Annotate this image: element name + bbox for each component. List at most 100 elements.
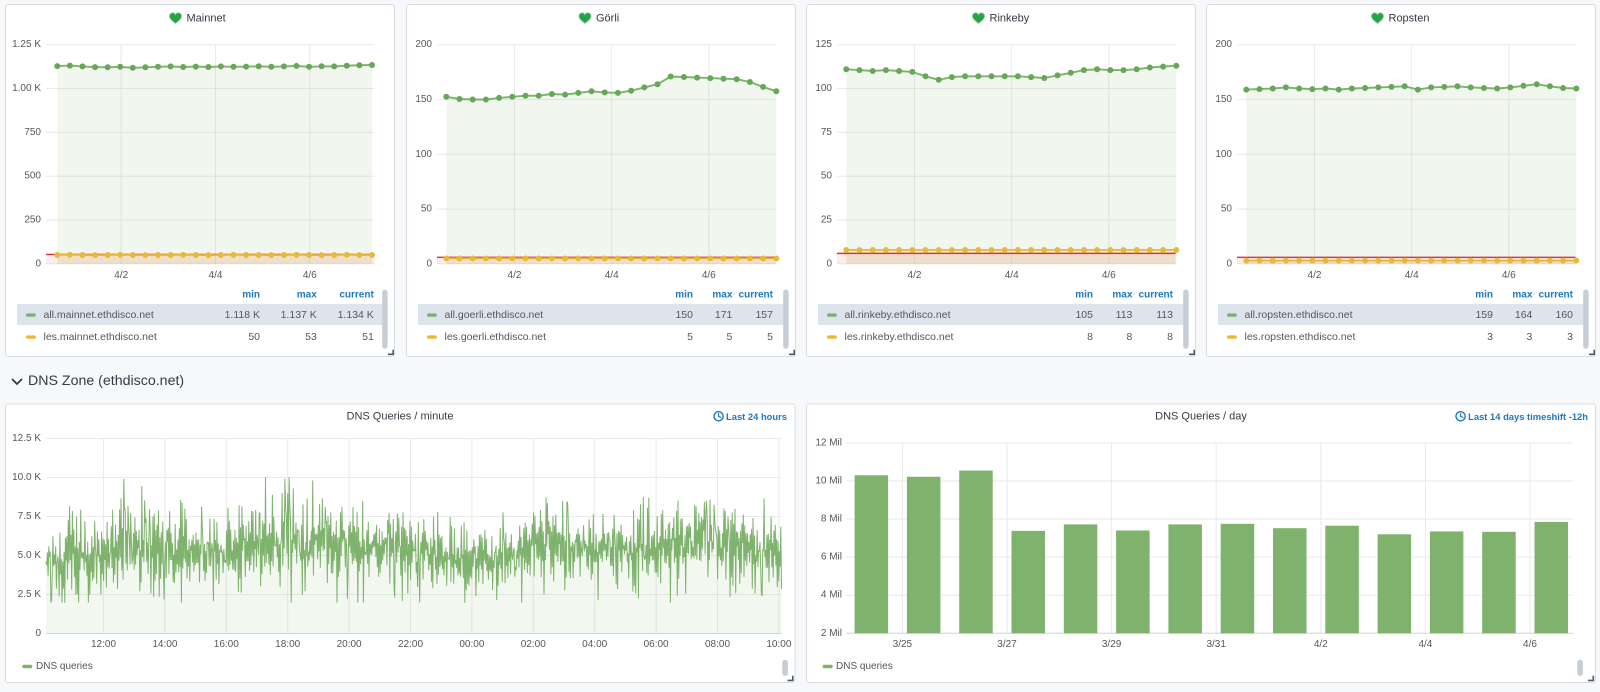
svg-text:Görli: Görli [596,13,619,25]
svg-text:00:00: 00:00 [459,639,484,650]
svg-text:2.5 K: 2.5 K [18,589,42,600]
svg-text:current: current [1539,290,1574,301]
svg-text:0: 0 [426,258,432,269]
svg-text:75: 75 [821,127,833,138]
svg-text:0: 0 [1226,258,1232,269]
svg-text:8: 8 [1087,331,1093,343]
svg-text:06:00: 06:00 [644,639,669,650]
svg-text:4/4: 4/4 [1405,270,1419,281]
svg-text:DNS Queries / minute: DNS Queries / minute [347,411,454,423]
svg-text:4/6: 4/6 [702,270,716,281]
svg-text:0: 0 [35,258,41,269]
svg-text:max: max [712,290,732,301]
svg-text:4/2: 4/2 [1314,639,1328,650]
svg-text:DNS Zone (ethdisco.net): DNS Zone (ethdisco.net) [28,373,184,389]
svg-text:08:00: 08:00 [705,639,730,650]
svg-text:171: 171 [715,309,733,321]
svg-text:8: 8 [1167,331,1173,343]
svg-text:4/4: 4/4 [1005,270,1019,281]
svg-text:4/4: 4/4 [1418,639,1432,650]
svg-text:53: 53 [305,331,317,343]
svg-text:min: min [675,290,693,301]
svg-text:22:00: 22:00 [398,639,423,650]
svg-text:3/25: 3/25 [893,639,913,650]
svg-text:20:00: 20:00 [337,639,362,650]
svg-text:50: 50 [248,331,260,343]
svg-text:max: max [297,290,317,301]
svg-text:Ropsten: Ropsten [1389,13,1430,25]
svg-text:25: 25 [821,215,833,226]
svg-text:1.134 K: 1.134 K [338,309,374,321]
svg-text:3: 3 [1567,331,1573,343]
svg-text:Rinkeby: Rinkeby [990,13,1030,25]
svg-text:3/27: 3/27 [997,639,1017,650]
svg-text:0: 0 [35,628,41,639]
svg-text:4 Mil: 4 Mil [821,590,842,601]
svg-text:157: 157 [755,309,773,321]
svg-text:les.goerli.ethdisco.net: les.goerli.ethdisco.net [445,331,547,343]
svg-text:4/6: 4/6 [1102,270,1116,281]
svg-text:3/29: 3/29 [1102,639,1122,650]
svg-text:113: 113 [1116,309,1133,321]
svg-text:159: 159 [1475,309,1493,321]
svg-text:Last 14 days timeshift -12h: Last 14 days timeshift -12h [1468,411,1588,422]
svg-text:current: current [739,290,774,301]
svg-text:50: 50 [1221,204,1233,215]
svg-text:DNS queries: DNS queries [36,661,93,672]
svg-text:150: 150 [415,94,432,105]
svg-text:les.ropsten.ethdisco.net: les.ropsten.ethdisco.net [1245,331,1356,343]
svg-text:4/2: 4/2 [908,270,922,281]
svg-text:Mainnet: Mainnet [187,13,226,25]
svg-text:5: 5 [767,331,773,343]
svg-text:4/4: 4/4 [209,270,223,281]
svg-text:100: 100 [815,83,832,94]
svg-text:100: 100 [1215,149,1232,160]
svg-text:14:00: 14:00 [152,639,177,650]
svg-text:DNS Queries / day: DNS Queries / day [1155,411,1247,423]
svg-text:18:00: 18:00 [275,639,300,650]
svg-text:Last 24 hours: Last 24 hours [726,411,787,422]
svg-text:105: 105 [1075,309,1093,321]
svg-text:200: 200 [415,39,432,50]
svg-text:164: 164 [1515,309,1533,321]
svg-text:les.rinkeby.ethdisco.net: les.rinkeby.ethdisco.net [845,331,954,343]
svg-text:1.25 K: 1.25 K [12,39,41,50]
svg-text:125: 125 [815,39,832,50]
svg-text:750: 750 [24,127,41,138]
svg-text:10:00: 10:00 [766,639,791,650]
svg-text:4/6: 4/6 [303,270,317,281]
svg-text:current: current [1139,290,1174,301]
svg-text:02:00: 02:00 [521,639,546,650]
svg-text:04:00: 04:00 [582,639,607,650]
svg-text:7.5 K: 7.5 K [18,511,42,522]
svg-text:3: 3 [1527,331,1533,343]
svg-text:8: 8 [1127,331,1133,343]
svg-text:150: 150 [1215,94,1232,105]
svg-text:12:00: 12:00 [91,639,116,650]
svg-text:100: 100 [415,149,432,160]
svg-text:DNS queries: DNS queries [836,661,893,672]
svg-text:4/6: 4/6 [1523,639,1537,650]
svg-text:4/6: 4/6 [1502,270,1516,281]
svg-text:4/2: 4/2 [508,270,522,281]
svg-text:current: current [339,290,374,301]
svg-text:12.5 K: 12.5 K [12,433,41,444]
svg-text:min: min [1475,290,1493,301]
svg-text:150: 150 [675,309,693,321]
svg-text:3: 3 [1487,331,1493,343]
svg-text:4/4: 4/4 [605,270,619,281]
svg-text:160: 160 [1555,309,1573,321]
svg-text:5: 5 [727,331,733,343]
svg-text:1.118 K: 1.118 K [225,309,260,321]
svg-text:max: max [1112,290,1132,301]
svg-text:51: 51 [362,331,374,343]
svg-text:min: min [1075,290,1093,301]
svg-text:all.mainnet.ethdisco.net: all.mainnet.ethdisco.net [44,309,154,321]
svg-text:min: min [242,290,260,301]
svg-text:50: 50 [421,204,433,215]
svg-text:12 Mil: 12 Mil [815,437,842,448]
svg-text:4/2: 4/2 [1308,270,1322,281]
svg-text:les.mainnet.ethdisco.net: les.mainnet.ethdisco.net [44,331,157,343]
svg-text:113: 113 [1156,309,1173,321]
svg-text:max: max [1512,290,1532,301]
